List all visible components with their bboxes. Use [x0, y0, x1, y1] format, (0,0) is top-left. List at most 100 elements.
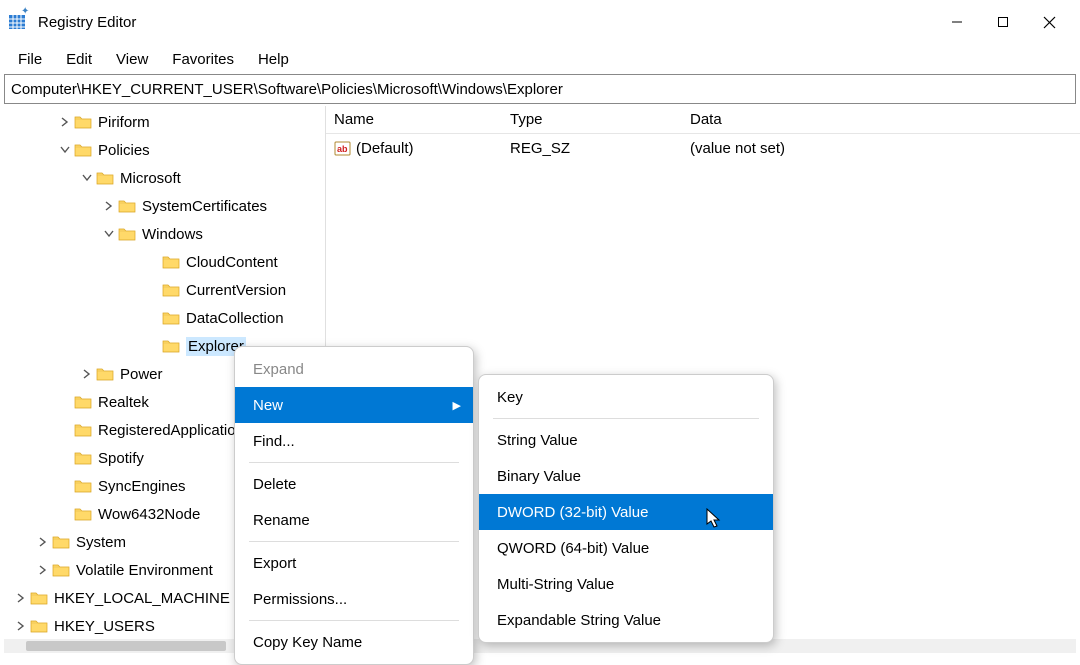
menu-item[interactable]: DWORD (32-bit) Value — [479, 494, 773, 530]
folder-icon — [74, 143, 92, 157]
folder-icon — [118, 199, 136, 213]
chevron-down-icon[interactable] — [80, 171, 94, 185]
menu-item-label: Delete — [253, 476, 296, 493]
menu-item[interactable]: Multi-String Value — [479, 566, 773, 602]
tree-item-label: Volatile Environment — [76, 562, 213, 579]
chevron-right-icon[interactable] — [14, 619, 28, 633]
menu-item[interactable]: Binary Value — [479, 458, 773, 494]
chevron-down-icon[interactable] — [58, 143, 72, 157]
menu-view[interactable]: View — [104, 47, 160, 72]
folder-icon — [74, 451, 92, 465]
menu-item-label: Expandable String Value — [497, 612, 661, 629]
tree-item[interactable]: CloudContent — [0, 248, 325, 276]
folder-icon — [30, 619, 48, 633]
tree-item[interactable]: Windows — [0, 220, 325, 248]
chevron-down-icon[interactable] — [102, 227, 116, 241]
window-controls — [934, 4, 1072, 40]
tree-item[interactable]: Microsoft — [0, 164, 325, 192]
tree-item[interactable]: Policies — [0, 136, 325, 164]
menu-item-label: Export — [253, 555, 296, 572]
close-button[interactable] — [1026, 4, 1072, 40]
titlebar: ✦ Registry Editor — [0, 0, 1080, 44]
menu-item-label: String Value — [497, 432, 578, 449]
maximize-button[interactable] — [980, 4, 1026, 40]
menu-item[interactable]: Export — [235, 545, 473, 581]
expander-none — [58, 507, 72, 521]
menu-help[interactable]: Help — [246, 47, 301, 72]
menubar: File Edit View Favorites Help — [0, 44, 1080, 74]
folder-icon — [162, 339, 180, 353]
expander-none — [58, 479, 72, 493]
menu-favorites[interactable]: Favorites — [160, 47, 246, 72]
menu-item[interactable]: Rename — [235, 502, 473, 538]
menu-item[interactable]: Delete — [235, 466, 473, 502]
value-row[interactable]: ab (Default) REG_SZ (value not set) — [326, 134, 1080, 162]
tree-item-label: HKEY_LOCAL_MACHINE — [54, 590, 230, 607]
expander-none — [146, 283, 160, 297]
menu-item[interactable]: Expandable String Value — [479, 602, 773, 638]
menu-item[interactable]: String Value — [479, 422, 773, 458]
folder-icon — [74, 479, 92, 493]
tree-item-label: System — [76, 534, 126, 551]
menu-item-label: DWORD (32-bit) Value — [497, 504, 648, 521]
folder-icon — [74, 115, 92, 129]
svg-text:ab: ab — [337, 144, 348, 154]
col-type[interactable]: Type — [502, 111, 682, 128]
value-data: (value not set) — [682, 140, 1080, 157]
menu-item-label: Multi-String Value — [497, 576, 614, 593]
menu-edit[interactable]: Edit — [54, 47, 104, 72]
menu-item-label: Expand — [253, 361, 304, 378]
tree-item-label: Piriform — [98, 114, 150, 131]
menu-item[interactable]: Permissions... — [235, 581, 473, 617]
tree-item-label: RegisteredApplications — [98, 422, 251, 439]
minimize-button[interactable] — [934, 4, 980, 40]
chevron-right-icon[interactable] — [58, 115, 72, 129]
chevron-right-icon[interactable] — [14, 591, 28, 605]
tree-item-label: HKEY_USERS — [54, 618, 155, 635]
address-path: Computer\HKEY_CURRENT_USER\Software\Poli… — [11, 81, 563, 98]
folder-icon — [52, 535, 70, 549]
col-name[interactable]: Name — [326, 111, 502, 128]
menu-item[interactable]: New ▶ — [235, 387, 473, 423]
chevron-right-icon[interactable] — [80, 367, 94, 381]
folder-icon — [52, 563, 70, 577]
folder-icon — [74, 423, 92, 437]
scrollbar-thumb[interactable] — [26, 641, 226, 651]
menu-item-label: Find... — [253, 433, 295, 450]
values-header: Name Type Data — [326, 106, 1080, 134]
tree-item-label: SystemCertificates — [142, 198, 267, 215]
folder-icon — [162, 283, 180, 297]
tree-item-label: Spotify — [98, 450, 144, 467]
tree-item[interactable]: CurrentVersion — [0, 276, 325, 304]
chevron-right-icon: ▶ — [453, 399, 461, 412]
tree-item-label: Policies — [98, 142, 150, 159]
tree-item-label: SyncEngines — [98, 478, 186, 495]
menu-item-label: Key — [497, 389, 523, 406]
expander-none — [146, 311, 160, 325]
chevron-right-icon[interactable] — [36, 563, 50, 577]
chevron-right-icon[interactable] — [36, 535, 50, 549]
context-menu-key: Expand New ▶ Find... Delete Rename Export Permi… — [234, 346, 474, 665]
menu-item[interactable]: Find... — [235, 423, 473, 459]
address-bar[interactable]: Computer\HKEY_CURRENT_USER\Software\Poli… — [4, 74, 1076, 104]
expander-none — [58, 395, 72, 409]
context-menu-new: Key String Value Binary Value DWORD (32-bit… — [478, 374, 774, 643]
tree-item[interactable]: SystemCertificates — [0, 192, 325, 220]
tree-item-label: Realtek — [98, 394, 149, 411]
menu-item: Expand — [235, 351, 473, 387]
expander-none — [146, 255, 160, 269]
tree-item[interactable]: Piriform — [0, 108, 325, 136]
chevron-right-icon[interactable] — [102, 199, 116, 213]
value-type: REG_SZ — [502, 140, 682, 157]
menu-item[interactable]: QWORD (64-bit) Value — [479, 530, 773, 566]
tree-item[interactable]: DataCollection — [0, 304, 325, 332]
folder-icon — [162, 311, 180, 325]
menu-item-label: New — [253, 397, 283, 414]
menu-file[interactable]: File — [6, 47, 54, 72]
tree-item-label: CloudContent — [186, 254, 278, 271]
folder-icon — [162, 255, 180, 269]
tree-item-label: CurrentVersion — [186, 282, 286, 299]
col-data[interactable]: Data — [682, 111, 1080, 128]
tree-item-label: DataCollection — [186, 310, 284, 327]
menu-item[interactable]: Key — [479, 379, 773, 415]
